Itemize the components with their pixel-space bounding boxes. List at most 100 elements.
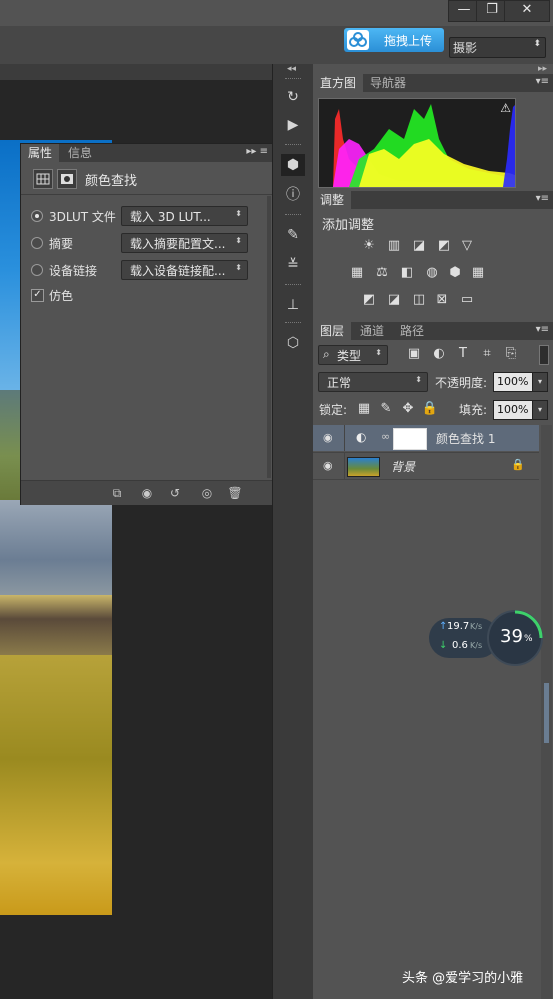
warning-icon[interactable]: ⚠ <box>500 101 511 115</box>
lock-position-icon[interactable]: ✥ <box>399 401 417 417</box>
visibility-prev-icon[interactable]: ◉ <box>135 485 159 501</box>
tab-navigator[interactable]: 导航器 <box>363 74 413 92</box>
tab-info[interactable]: 信息 <box>61 144 99 162</box>
filter-pixel-icon[interactable]: ▣ <box>405 346 423 362</box>
adjustments-tabbar: 调整 ▾≡ <box>313 191 553 209</box>
workspace-select[interactable]: 摄影 ⬍ <box>449 37 546 58</box>
link-icon[interactable]: ∞ <box>381 430 390 443</box>
dropdown-abstract[interactable]: 载入摘要配置文... ⬍ <box>121 233 248 253</box>
layers-scrollbar[interactable] <box>541 425 552 999</box>
properties-header: 颜色查找 <box>21 162 272 195</box>
opacity-input[interactable]: 100% <box>493 372 534 392</box>
blend-mode-select[interactable]: 正常 ⬍ <box>318 372 428 392</box>
radio-abstract[interactable] <box>31 237 43 249</box>
collapse-icon[interactable]: ▸▸ <box>538 64 547 74</box>
filter-toggle[interactable] <box>539 345 549 365</box>
filter-adjustment-icon[interactable]: ◐ <box>430 346 448 362</box>
history-icon[interactable]: ↻ <box>281 86 305 108</box>
threshold-icon[interactable]: ◫ <box>410 292 428 308</box>
brush-settings-icon[interactable]: ≚ <box>281 254 305 276</box>
filter-smartobject-icon[interactable]: ⎘ <box>502 346 520 362</box>
selective-color-icon[interactable]: ⊠ <box>433 292 451 308</box>
tab-properties[interactable]: 属性 <box>21 144 60 162</box>
mask-icon[interactable] <box>57 169 77 189</box>
layer-thumbnail[interactable] <box>347 457 380 477</box>
adjustment-grid-icon[interactable] <box>33 169 53 189</box>
color-lookup-icon[interactable]: ▦ <box>469 265 487 281</box>
3d-box-icon[interactable]: ⬡ <box>281 332 305 354</box>
grip-icon <box>285 214 301 217</box>
panel-menu-icon[interactable]: ▸▸ ≡ <box>246 146 268 157</box>
clone-source-icon[interactable]: ⊥ <box>281 294 305 316</box>
layer-filter-select[interactable]: ⌕ 类型 ⬍ <box>318 345 388 365</box>
blend-mode-value: 正常 <box>327 376 352 390</box>
dropdown-3dlut[interactable]: 载入 3D LUT... ⬍ <box>121 206 248 226</box>
info-icon[interactable]: ⓘ <box>281 184 305 206</box>
reset-icon[interactable]: ↺ <box>163 485 187 501</box>
upload-button[interactable]: 拖拽上传 <box>344 28 444 52</box>
channel-mixer-icon[interactable]: ⬢ <box>446 265 464 281</box>
dropdown-device-link[interactable]: 载入设备链接配... ⬍ <box>121 260 248 280</box>
hue-saturation-icon[interactable]: ▦ <box>348 265 366 281</box>
clip-icon[interactable]: ⧉ <box>105 485 129 501</box>
tab-layers[interactable]: 图层 <box>313 322 352 340</box>
eye-icon[interactable]: ◉ <box>323 431 333 444</box>
gradient-map-icon[interactable]: ▭ <box>458 292 476 308</box>
radio-3dlut[interactable] <box>31 210 43 222</box>
panel-menu-icon[interactable]: ▾≡ <box>536 76 549 87</box>
memory-percent: 39 <box>500 626 523 647</box>
tab-adjustments[interactable]: 调整 <box>313 191 352 209</box>
dropdown-abstract-value: 载入摘要配置文... <box>130 237 226 251</box>
layer-row[interactable]: ◉ 背景 🔒 <box>313 452 539 480</box>
expand-icon[interactable]: ◂◂ <box>287 64 296 74</box>
posterize-icon[interactable]: ◪ <box>385 292 403 308</box>
layer-name[interactable]: 背景 <box>391 458 415 475</box>
exposure-icon[interactable]: ◩ <box>435 238 453 254</box>
panel-menu-icon[interactable]: ▾≡ <box>536 324 549 335</box>
panel-menu-icon[interactable]: ▾≡ <box>536 193 549 204</box>
layer-name[interactable]: 颜色查找 1 <box>436 430 495 447</box>
invert-icon[interactable]: ◩ <box>360 292 378 308</box>
lock-transparent-icon[interactable]: ▦ <box>355 401 373 417</box>
download-speed: 0.6 <box>452 640 468 651</box>
brightness-icon[interactable]: ☀ <box>360 238 378 254</box>
scroll-thumb[interactable] <box>544 683 549 743</box>
layer-mask-thumbnail[interactable] <box>393 428 427 450</box>
radio-device-link[interactable] <box>31 264 43 276</box>
lock-all-icon[interactable]: 🔒 <box>421 401 439 417</box>
close-button[interactable]: ✕ <box>504 0 550 22</box>
properties-scrollbar[interactable] <box>267 196 271 478</box>
color-balance-icon[interactable]: ⚖ <box>373 265 391 281</box>
photo-filter-icon[interactable]: ◍ <box>423 265 441 281</box>
chevron-updown-icon: ⬍ <box>415 375 422 384</box>
filter-shape-icon[interactable]: ⌗ <box>478 346 496 362</box>
actions-play-icon[interactable]: ▶ <box>281 114 305 136</box>
trash-icon[interactable]: 🗑 <box>223 485 247 501</box>
fill-dropdown-icon[interactable]: ▾ <box>532 400 548 420</box>
curves-icon[interactable]: ◪ <box>410 238 428 254</box>
properties-tabbar: 属性 信息 ▸▸ ≡ <box>21 144 272 162</box>
right-panel-column: ▸▸ 直方图 导航器 ▾≡ ⚠ 调整 ▾≡ 添加调整 ☀ ▥ ◪ ◩ ▽ ▦ ⚖… <box>313 64 553 999</box>
eye-icon[interactable]: ◎ <box>195 485 219 501</box>
tab-paths[interactable]: 路径 <box>393 322 431 340</box>
layer-row[interactable]: ◉ ◐ ∞ 颜色查找 1 <box>313 425 539 451</box>
vibrance-icon[interactable]: ▽ <box>458 238 476 254</box>
lock-image-icon[interactable]: ✎ <box>377 401 395 417</box>
tab-histogram[interactable]: 直方图 <box>313 74 364 92</box>
grip-icon <box>285 144 301 147</box>
dropdown-3dlut-value: 载入 3D LUT... <box>130 210 211 224</box>
network-speed-widget[interactable]: ↑ 19.7 K/s ↓ 0.6 K/s 39 % <box>429 610 543 667</box>
opacity-dropdown-icon[interactable]: ▾ <box>532 372 548 392</box>
3d-cube-icon[interactable]: ⬢ <box>281 154 305 176</box>
eye-icon[interactable]: ◉ <box>323 459 333 472</box>
collapsed-panel-strip: ◂◂ ↻ ▶ ⬢ ⓘ ✎ ≚ ⊥ ⬡ <box>272 64 314 999</box>
brush-presets-icon[interactable]: ✎ <box>281 224 305 246</box>
label-abstract: 摘要 <box>49 237 74 251</box>
opacity-label: 不透明度: <box>435 376 488 390</box>
dither-checkbox[interactable]: ✓ <box>31 289 44 302</box>
black-white-icon[interactable]: ◧ <box>398 265 416 281</box>
fill-input[interactable]: 100% <box>493 400 534 420</box>
filter-type-icon[interactable]: T <box>454 346 472 362</box>
levels-icon[interactable]: ▥ <box>385 238 403 254</box>
tab-channels[interactable]: 通道 <box>353 322 391 340</box>
